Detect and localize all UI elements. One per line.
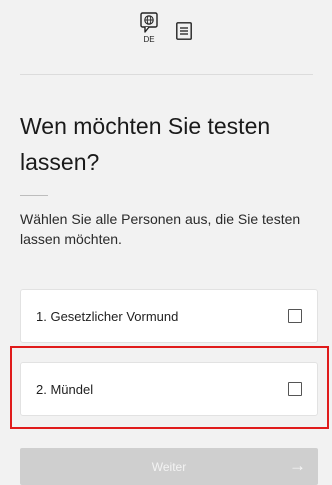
arrow-right-icon: →	[289, 456, 306, 475]
option-guardian-label: 1. Gesetzlicher Vormund	[36, 308, 179, 324]
page-title: Wen möchten Sie testen lassen?	[20, 113, 271, 175]
next-button-label: Weiter	[151, 459, 187, 474]
language-selector[interactable]: DE	[139, 12, 159, 48]
option-guardian-checkbox[interactable]	[288, 309, 302, 323]
header-divider	[20, 74, 313, 75]
document-lines-icon[interactable]	[176, 22, 192, 40]
speech-globe-icon	[140, 12, 158, 33]
option-ward-label: 2. Mündel	[36, 381, 94, 397]
option-ward[interactable]: 2. Mündel	[20, 362, 318, 416]
next-button[interactable]: Weiter →	[20, 448, 318, 485]
page-subtitle: Wählen Sie alle Personen aus, die Sie te…	[20, 211, 301, 247]
option-ward-checkbox[interactable]	[288, 382, 302, 396]
title-underline	[20, 195, 48, 196]
top-bar: DE	[0, 0, 332, 58]
language-code: DE	[143, 35, 155, 44]
option-guardian[interactable]: 1. Gesetzlicher Vormund	[20, 289, 318, 343]
